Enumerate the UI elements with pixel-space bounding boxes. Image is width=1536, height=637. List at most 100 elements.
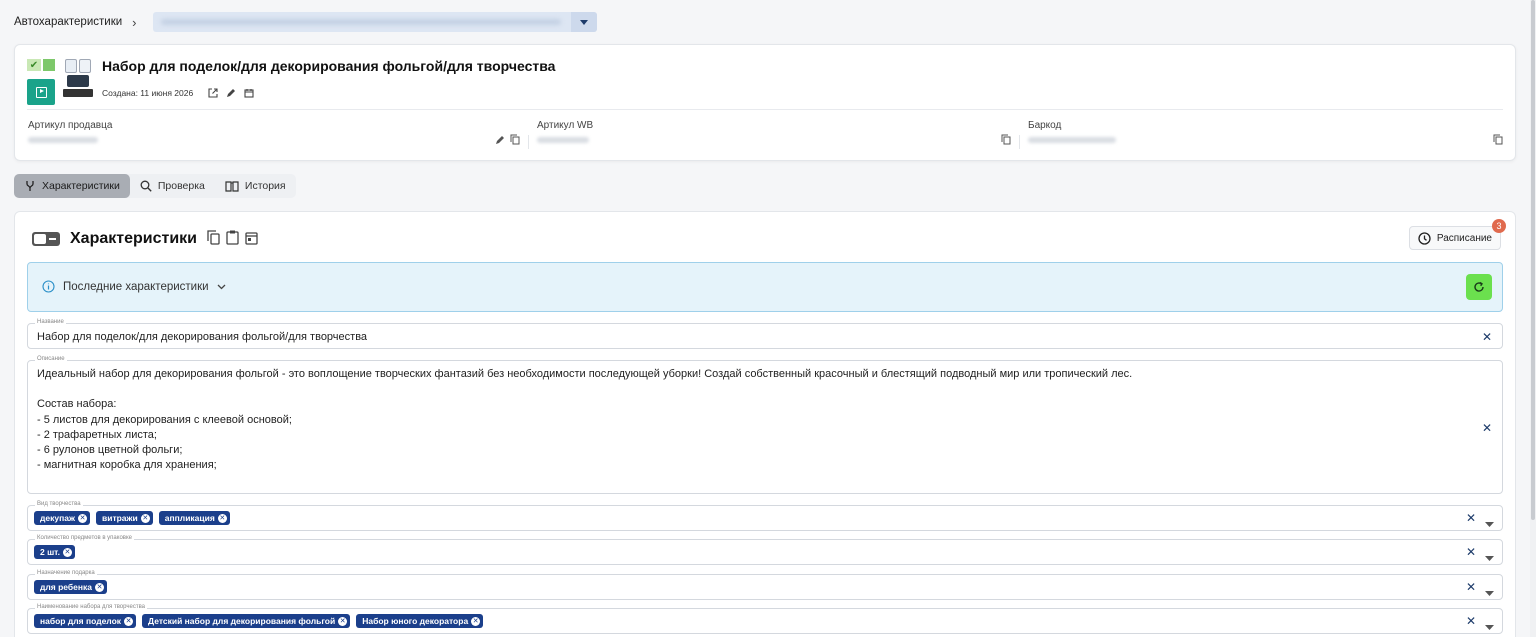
chevron-down-icon[interactable]: [1485, 550, 1494, 564]
breadcrumb: Автохарактеристики ›: [14, 12, 597, 32]
tag-chip[interactable]: для ребенка ✕: [34, 580, 108, 594]
schedule-label: Расписание: [1436, 232, 1492, 244]
close-icon[interactable]: ✕: [338, 616, 348, 626]
search-icon: [140, 180, 152, 192]
play-button[interactable]: [27, 79, 55, 105]
edit-icon[interactable]: [225, 87, 237, 99]
tab-characteristics-label: Характеристики: [42, 180, 120, 192]
tab-characteristics[interactable]: Характеристики: [14, 174, 130, 198]
close-icon[interactable]: ✕: [1466, 545, 1476, 559]
calendar-icon[interactable]: [245, 231, 258, 248]
fork-icon: [26, 181, 34, 191]
chevron-down-icon: [217, 284, 226, 289]
close-icon[interactable]: ✕: [1466, 614, 1476, 628]
status-indicator: ✔: [27, 59, 55, 71]
tag-chip[interactable]: 2 шт. ✕: [34, 545, 75, 559]
name-field-label: Название: [35, 319, 66, 325]
tab-bar: Характеристики Проверка История: [14, 174, 296, 198]
close-icon[interactable]: ✕: [1482, 330, 1492, 344]
tag-chip[interactable]: аппликация ✕: [158, 511, 230, 525]
clipboard-icon[interactable]: [226, 230, 239, 248]
close-icon[interactable]: ✕: [1466, 511, 1476, 525]
tab-history-label: История: [244, 180, 286, 192]
chevron-down-icon[interactable]: [1485, 619, 1494, 633]
description-field-label: Описание: [35, 356, 67, 362]
kit-name-field[interactable]: Наименование набора для творчества набор…: [27, 604, 1503, 634]
close-icon[interactable]: ✕: [217, 513, 227, 523]
description-field-value: Идеальный набор для декорирования фольго…: [37, 368, 1133, 472]
scrollbar-thumb[interactable]: [1531, 0, 1535, 520]
name-field-value: Набор для поделок/для декорирования фоль…: [37, 331, 368, 343]
toggle-switch[interactable]: [32, 232, 60, 246]
created-date: Создана: 11 июня 2026: [102, 88, 194, 98]
barcode-field: Баркод: [1028, 120, 1503, 150]
tag-chip[interactable]: декупаж ✕: [34, 511, 90, 525]
characteristics-panel: Характеристики Расписание 3 Последние ха…: [14, 211, 1516, 637]
last-characteristics-toggle[interactable]: Последние характеристики: [42, 280, 226, 293]
wb-article-label: Артикул WB: [537, 120, 594, 131]
breadcrumb-separator-icon: ›: [132, 14, 137, 30]
tab-check-label: Проверка: [157, 180, 205, 192]
chevron-down-icon[interactable]: [1485, 585, 1494, 599]
book-icon: [225, 181, 239, 192]
close-icon[interactable]: ✕: [124, 616, 134, 626]
panel-header: Характеристики: [32, 230, 258, 248]
edit-icon[interactable]: [495, 134, 505, 148]
copy-icon[interactable]: [207, 230, 220, 248]
seller-article-value: [28, 137, 98, 143]
refresh-icon: [1474, 281, 1484, 292]
schedule-button[interactable]: Расписание 3: [1408, 219, 1506, 250]
copy-icon[interactable]: [510, 134, 520, 148]
creativity-type-field[interactable]: Вид творчества декупаж ✕ витражи ✕ апплика…: [27, 501, 1503, 531]
name-field[interactable]: Название Набор для поделок/для декориров…: [27, 319, 1503, 349]
calendar-icon[interactable]: [243, 87, 255, 99]
seller-article-label: Артикул продавца: [28, 120, 113, 131]
tab-check[interactable]: Проверка: [130, 174, 215, 198]
check-icon: ✔: [27, 59, 41, 71]
copy-icon[interactable]: [1001, 134, 1011, 148]
play-icon: [35, 86, 47, 98]
copy-icon[interactable]: [1493, 134, 1503, 148]
product-thumbnail[interactable]: [63, 57, 95, 99]
page-scrollbar[interactable]: [1530, 0, 1536, 637]
clock-icon: [1418, 231, 1431, 245]
product-select[interactable]: [152, 12, 597, 32]
package-quantity-label: Количество предметов в упаковке: [35, 535, 135, 541]
tag-chip[interactable]: Набор юного декоратора ✕: [356, 614, 484, 628]
gift-purpose-label: Назначение подарка: [35, 570, 97, 576]
close-icon[interactable]: ✕: [140, 513, 150, 523]
close-icon[interactable]: ✕: [95, 582, 105, 592]
package-quantity-field[interactable]: Количество предметов в упаковке 2 шт. ✕ ✕: [27, 535, 1503, 565]
close-icon[interactable]: ✕: [62, 547, 72, 557]
tab-history[interactable]: История: [215, 174, 296, 198]
tag-chip[interactable]: набор для поделок ✕: [34, 614, 137, 628]
last-characteristics-box: Последние характеристики: [27, 262, 1503, 312]
chevron-down-icon[interactable]: [570, 12, 597, 32]
breadcrumb-root[interactable]: Автохарактеристики: [14, 16, 122, 28]
chevron-down-icon[interactable]: [1485, 516, 1494, 530]
refresh-button[interactable]: [1466, 274, 1492, 300]
gift-purpose-field[interactable]: Назначение подарка для ребенка ✕ ✕: [27, 570, 1503, 600]
close-icon[interactable]: ✕: [78, 513, 87, 523]
close-icon[interactable]: ✕: [471, 616, 481, 626]
last-characteristics-label: Последние характеристики: [63, 280, 209, 293]
seller-article-field: Артикул продавца: [28, 120, 520, 150]
kit-name-label: Наименование набора для творчества: [35, 604, 148, 610]
info-icon: [42, 280, 55, 293]
close-icon[interactable]: ✕: [1482, 421, 1492, 435]
product-card: ✔ Набор для поделок/для декорирования фо…: [14, 44, 1516, 161]
tag-chip[interactable]: Детский набор для декорирования фольгой ✕: [142, 614, 351, 628]
description-field[interactable]: Описание Идеальный набор для декорирован…: [27, 356, 1503, 494]
product-meta: Создана: 11 июня 2026: [102, 87, 255, 99]
product-select-value: [160, 19, 561, 25]
creativity-type-label: Вид творчества: [35, 501, 83, 507]
wb-article-field: Артикул WB: [537, 120, 1011, 150]
notification-badge: 3: [1492, 219, 1506, 233]
external-link-icon[interactable]: [207, 87, 219, 99]
panel-title: Характеристики: [70, 230, 198, 247]
close-icon[interactable]: ✕: [1466, 580, 1476, 594]
barcode-label: Баркод: [1028, 120, 1062, 131]
wb-article-value: [537, 137, 589, 143]
tag-chip[interactable]: витражи ✕: [96, 511, 153, 525]
product-title: Набор для поделок/для декорирования фоль…: [102, 58, 556, 74]
